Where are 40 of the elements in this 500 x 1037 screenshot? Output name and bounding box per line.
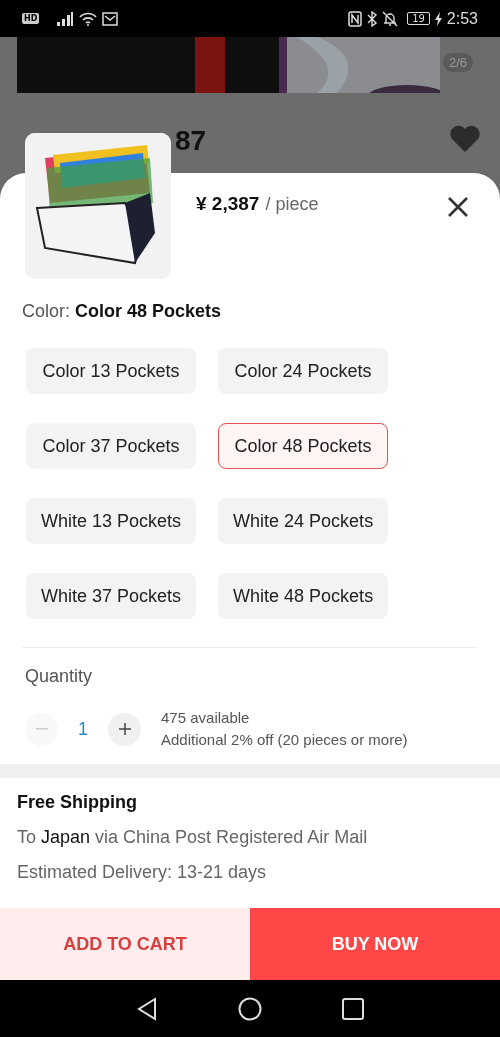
clock: 2:53 <box>446 9 478 28</box>
price-text: 87 <box>175 125 207 157</box>
option-chip[interactable]: Color 37 Pockets <box>26 423 197 469</box>
plus-icon <box>118 723 131 735</box>
color-label: Color: <box>22 301 70 322</box>
bluetooth-icon <box>367 10 378 27</box>
battery-indicator: 19 <box>407 12 430 25</box>
option-chip[interactable]: White 13 Pockets <box>26 498 197 544</box>
signal-icon <box>56 11 75 26</box>
mail-icon <box>102 11 119 26</box>
home-icon[interactable] <box>238 996 262 1021</box>
option-chip[interactable]: Color 24 Pockets <box>218 348 389 394</box>
option-chip[interactable]: White 48 Pockets <box>218 573 389 619</box>
quantity-label: Quantity <box>24 665 94 687</box>
option-chip[interactable]: Color 48 Pockets <box>218 423 389 469</box>
delivery-estimate: Estimated Delivery: 13-21 days <box>17 862 268 883</box>
stock-text: 475 available <box>161 708 251 728</box>
discount-text: Additional 2% off (20 pieces or more) <box>161 730 408 750</box>
charging-icon <box>434 11 442 26</box>
bell-muted-icon <box>382 10 399 27</box>
increase-button[interactable] <box>108 712 141 746</box>
close-icon[interactable] <box>447 196 469 218</box>
minus-icon <box>35 728 48 730</box>
option-chip[interactable]: White 37 Pockets <box>26 573 197 619</box>
unit-label: / piece <box>265 194 319 215</box>
shipping-title: Free Shipping <box>17 792 138 813</box>
option-chip[interactable]: Color 13 Pockets <box>26 348 197 394</box>
back-icon[interactable] <box>136 996 158 1021</box>
add-to-cart-button[interactable]: ADD TO CART <box>0 908 250 980</box>
price-text: ¥ 2,387 <box>196 193 260 215</box>
hd-indicator: HD <box>22 13 40 24</box>
option-chip[interactable]: White 24 Pockets <box>218 498 389 544</box>
recents-icon[interactable] <box>342 997 364 1020</box>
heart-icon[interactable] <box>449 125 481 153</box>
wifi-icon <box>79 11 98 26</box>
shipping-route: To Japan via China Post Registered Air Mail <box>17 827 369 848</box>
quantity-value: 1 <box>77 718 89 740</box>
selected-color: Color 48 Pockets <box>75 301 222 322</box>
page-counter: 2/6 <box>442 53 473 72</box>
nfc-icon <box>348 10 363 27</box>
